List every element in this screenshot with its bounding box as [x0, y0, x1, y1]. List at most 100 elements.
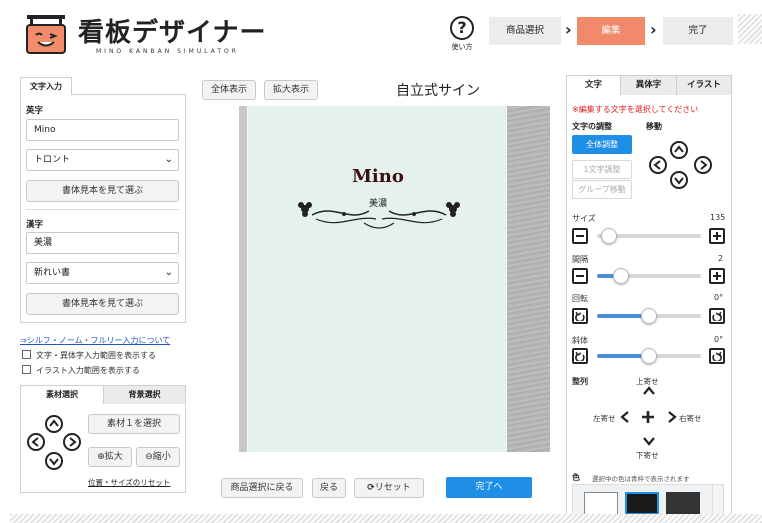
divider: [26, 209, 179, 210]
skew-left-icon[interactable]: [572, 348, 588, 364]
tab-illustration[interactable]: イラスト: [676, 76, 731, 95]
zoom-view-button[interactable]: 拡大表示: [264, 80, 318, 100]
skew-slider-knob[interactable]: [641, 348, 657, 364]
all-adjust-button[interactable]: 全体調整: [572, 135, 632, 154]
text-move-down-icon[interactable]: [670, 171, 688, 189]
bottom-stripe: [10, 514, 762, 523]
color-note: 選択中の色は青枠で表示されます: [592, 475, 690, 483]
tab-background[interactable]: 背景選択: [103, 386, 185, 404]
select-material-button[interactable]: 素材１を選択: [88, 414, 180, 434]
spacing-slider-knob[interactable]: [612, 268, 629, 284]
color-scrollbar[interactable]: [712, 485, 722, 514]
align-center-icon[interactable]: [641, 410, 655, 427]
spacing-minus-icon[interactable]: [572, 268, 588, 284]
color-swatch-black[interactable]: [625, 492, 659, 515]
move-label: 移動: [646, 122, 662, 131]
english-font-value: トロント: [34, 155, 71, 165]
help-button[interactable]: ? 使い方: [446, 16, 478, 56]
align-top-icon[interactable]: [643, 386, 655, 399]
select-notice: ※編集する文字を選択してください: [572, 105, 699, 114]
move-down-icon[interactable]: [45, 452, 63, 470]
spacing-value: 2: [718, 254, 724, 263]
rotate-label: 回転: [572, 294, 588, 303]
size-value: 135: [710, 213, 726, 222]
spacing-plus-icon[interactable]: [709, 268, 725, 284]
reset-label: リセット: [374, 483, 411, 493]
color-swatch-charcoal[interactable]: [666, 492, 700, 515]
move-up-icon[interactable]: [45, 415, 63, 433]
choose-font-button[interactable]: 書体見本を見て選ぶ: [26, 180, 179, 202]
ornament-illustration[interactable]: [294, 193, 464, 233]
chevron-down-icon: ⌄: [164, 154, 173, 165]
rotate-value: 0°: [714, 293, 724, 302]
text-move-up-icon[interactable]: [670, 141, 688, 159]
rotate-left-icon[interactable]: [572, 308, 588, 324]
sign-board[interactable]: [247, 106, 507, 452]
align-bottom-label: 下寄せ: [636, 451, 659, 460]
kanji-input[interactable]: 美濃: [26, 232, 179, 254]
skew-label: 斜体: [572, 336, 588, 345]
size-label: サイズ: [572, 214, 596, 223]
group-move-button[interactable]: グループ移動: [572, 180, 632, 199]
english-input[interactable]: Mino: [26, 119, 179, 141]
align-left-label: 左寄せ: [593, 414, 616, 423]
zoom-out-icon: ⊖: [145, 452, 153, 462]
english-label: 英字: [26, 106, 44, 116]
text-move-left-icon[interactable]: [649, 156, 667, 174]
align-label: 整列: [572, 377, 588, 386]
tab-text[interactable]: 文字: [567, 76, 620, 95]
zoom-in-icon: ⊕: [97, 452, 105, 462]
align-bottom-icon[interactable]: [643, 436, 655, 449]
color-label: 色: [572, 473, 580, 482]
kanji-font-select[interactable]: 新れい書 ⌄: [26, 262, 179, 284]
zoom-in-button[interactable]: ⊕拡大: [88, 447, 132, 467]
zoom-out-label: 縮小: [152, 452, 171, 462]
size-minus-icon[interactable]: [572, 228, 588, 244]
text-move-right-icon[interactable]: [694, 156, 712, 174]
color-swatch-white[interactable]: [584, 492, 618, 515]
checkbox-illust-range[interactable]: [22, 365, 31, 374]
zoom-out-button[interactable]: ⊖縮小: [136, 447, 180, 467]
product-title: 自立式サイン: [396, 83, 480, 99]
right-edge-stripe: [738, 14, 762, 44]
char-adjust-button[interactable]: 1文字調整: [572, 160, 632, 179]
checkbox-illust-range-label: イラスト入力範囲を表示する: [36, 366, 140, 375]
choose-font-button-2[interactable]: 書体見本を見て選ぶ: [26, 293, 179, 315]
tab-text-input[interactable]: 文字入力: [20, 77, 72, 95]
align-left-icon[interactable]: [620, 411, 630, 426]
adjust-label: 文字の調整: [572, 122, 612, 131]
help-icon: ?: [450, 16, 474, 40]
align-right-label: 右寄せ: [679, 414, 702, 423]
back-to-product-button[interactable]: 商品選択に戻る: [221, 478, 303, 498]
spacing-label: 間隔: [572, 255, 588, 264]
rotate-right-icon[interactable]: [709, 308, 725, 324]
refresh-icon: ⟳: [367, 483, 375, 493]
tab-material[interactable]: 素材選択: [21, 386, 103, 404]
skew-value: 0°: [714, 335, 724, 344]
checkbox-text-range-label: 文字・異体字入力範囲を表示する: [36, 351, 156, 360]
skew-right-icon[interactable]: [709, 348, 725, 364]
align-right-icon[interactable]: [667, 411, 677, 426]
sign-main-text[interactable]: Mino: [352, 166, 404, 187]
logo: [24, 14, 68, 54]
checkbox-text-range[interactable]: [22, 350, 31, 359]
tab-variant[interactable]: 異体字: [620, 76, 676, 95]
move-left-icon[interactable]: [27, 433, 45, 451]
kanji-font-value: 新れい書: [34, 268, 71, 278]
sylph-link[interactable]: ⇒シルフ・ノーム・フルリー入力について: [20, 335, 170, 346]
reset-position-link[interactable]: 位置・サイズのリセット: [88, 477, 170, 488]
english-font-select[interactable]: トロント ⌄: [26, 149, 179, 171]
reset-button[interactable]: ⟳リセット: [354, 478, 424, 498]
sign-post: [507, 106, 550, 452]
full-view-button[interactable]: 全体表示: [202, 80, 256, 100]
rotate-slider-knob[interactable]: [641, 308, 657, 324]
complete-button[interactable]: 完了へ: [446, 477, 532, 498]
size-plus-icon[interactable]: [709, 228, 725, 244]
help-label: 使い方: [451, 43, 473, 51]
back-button[interactable]: 戻る: [312, 478, 346, 498]
step-select: 商品選択: [489, 17, 561, 45]
chevron-down-icon: ⌄: [164, 267, 173, 278]
move-right-icon[interactable]: [63, 433, 81, 451]
app-subtitle: MINO KANBAN SIMULATOR: [96, 48, 239, 55]
step-edit: 編集: [577, 17, 645, 45]
